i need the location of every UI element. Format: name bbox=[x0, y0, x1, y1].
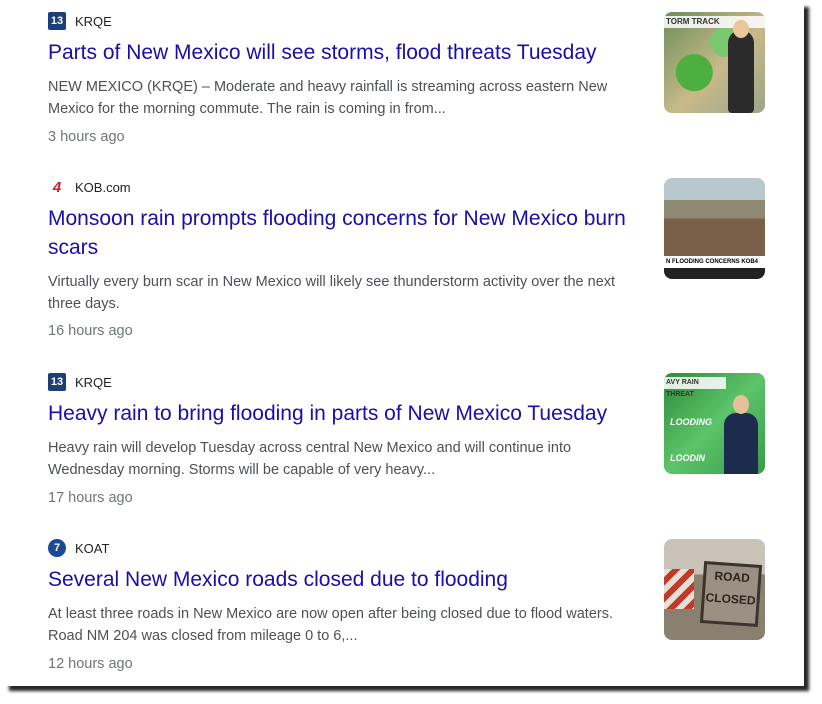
krqe-logo-icon: 13 bbox=[48, 12, 66, 30]
thumbnail-caption: TORM TRACK bbox=[664, 16, 765, 28]
article-timestamp: 17 hours ago bbox=[48, 490, 133, 506]
article-thumbnail[interactable]: AVY RAIN THREAT LOODING LOODIN bbox=[664, 373, 765, 474]
road-closed-sign: ROAD CLOSED bbox=[699, 561, 763, 627]
article-timestamp: 12 hours ago bbox=[48, 656, 133, 672]
weather-presenter bbox=[724, 413, 758, 474]
thumbnail-caption: N FLOODING CONCERNS KOB4 bbox=[664, 256, 765, 268]
article-title-link[interactable]: Parts of New Mexico will see storms, flo… bbox=[48, 38, 643, 67]
weather-presenter-head bbox=[733, 20, 749, 38]
news-source[interactable]: 4 KOB.com bbox=[48, 178, 131, 196]
news-source[interactable]: 13 KRQE bbox=[48, 12, 112, 30]
source-name: KRQE bbox=[75, 374, 112, 390]
source-name: KOB.com bbox=[75, 179, 131, 195]
article-thumbnail[interactable]: TORM TRACK bbox=[664, 12, 765, 113]
source-name: KRQE bbox=[75, 13, 112, 29]
article-title-link[interactable]: Heavy rain to bring flooding in parts of… bbox=[48, 399, 643, 428]
krqe-logo-icon: 13 bbox=[48, 373, 66, 391]
weather-presenter-head bbox=[733, 395, 749, 414]
map-label: LOODING bbox=[670, 417, 712, 427]
map-label: LOODIN bbox=[670, 453, 705, 463]
article-snippet: At least three roads in New Mexico are n… bbox=[48, 606, 614, 644]
news-source[interactable]: 13 KRQE bbox=[48, 373, 112, 391]
article-thumbnail[interactable]: ROAD CLOSED bbox=[664, 539, 765, 640]
article-timestamp: 16 hours ago bbox=[48, 323, 133, 339]
news-source[interactable]: 7 KOAT bbox=[48, 539, 109, 557]
article-thumbnail[interactable]: N FLOODING CONCERNS KOB4 bbox=[664, 178, 765, 279]
thumbnail-caption: AVY RAIN THREAT bbox=[664, 377, 726, 398]
news-results-panel: 13 KRQE Parts of New Mexico will see sto… bbox=[4, 2, 804, 686]
road-barrier bbox=[664, 569, 694, 609]
article-timestamp: 3 hours ago bbox=[48, 129, 125, 145]
article-title-link[interactable]: Monsoon rain prompts flooding concerns f… bbox=[48, 204, 643, 262]
article-snippet: NEW MEXICO (KRQE) – Moderate and heavy r… bbox=[48, 79, 608, 117]
koat-logo-icon: 7 bbox=[48, 539, 66, 557]
article-snippet: Virtually every burn scar in New Mexico … bbox=[48, 274, 616, 312]
kob-logo-icon: 4 bbox=[48, 178, 66, 196]
article-snippet: Heavy rain will develop Tuesday across c… bbox=[48, 440, 572, 478]
source-name: KOAT bbox=[75, 540, 110, 556]
article-title-link[interactable]: Several New Mexico roads closed due to f… bbox=[48, 565, 643, 594]
weather-presenter bbox=[728, 30, 754, 113]
